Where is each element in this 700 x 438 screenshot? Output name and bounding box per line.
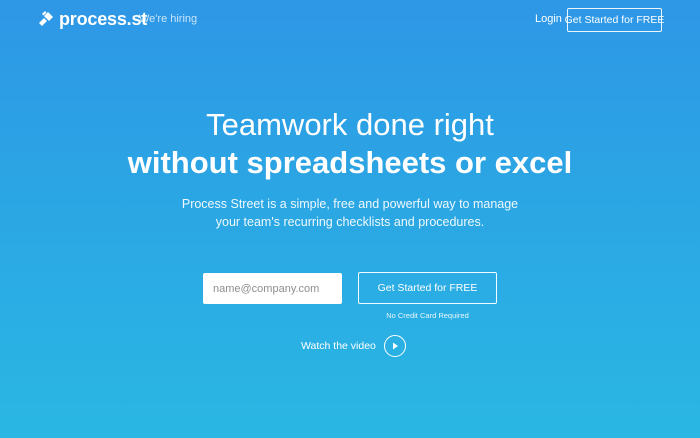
watch-video-link[interactable]: Watch the video xyxy=(301,335,406,357)
nav-get-started-button[interactable]: Get Started for FREE xyxy=(565,8,664,32)
watch-video-label: Watch the video xyxy=(301,340,376,352)
play-triangle-icon xyxy=(392,342,398,350)
headline-line-2: without spreadsheets or excel xyxy=(127,145,573,180)
logo[interactable]: process.st xyxy=(37,9,147,30)
headline-line-1: Teamwork done right xyxy=(206,107,494,142)
get-started-button[interactable]: Get Started for FREE xyxy=(358,272,497,304)
top-nav: process.st We're hiring Login Get Starte… xyxy=(0,0,700,40)
email-input[interactable] xyxy=(203,273,342,304)
no-credit-card-note: No Credit Card Required xyxy=(386,311,469,320)
hero-headline: Teamwork done right without spreadsheets… xyxy=(0,106,700,182)
hero-subtext: Process Street is a simple, free and pow… xyxy=(181,197,519,229)
play-icon[interactable] xyxy=(383,335,406,357)
brand-name: process.st xyxy=(59,9,148,29)
login-link[interactable]: Login xyxy=(535,13,562,25)
hiring-link[interactable]: We're hiring xyxy=(139,13,197,25)
process-street-logo-icon xyxy=(39,11,53,26)
